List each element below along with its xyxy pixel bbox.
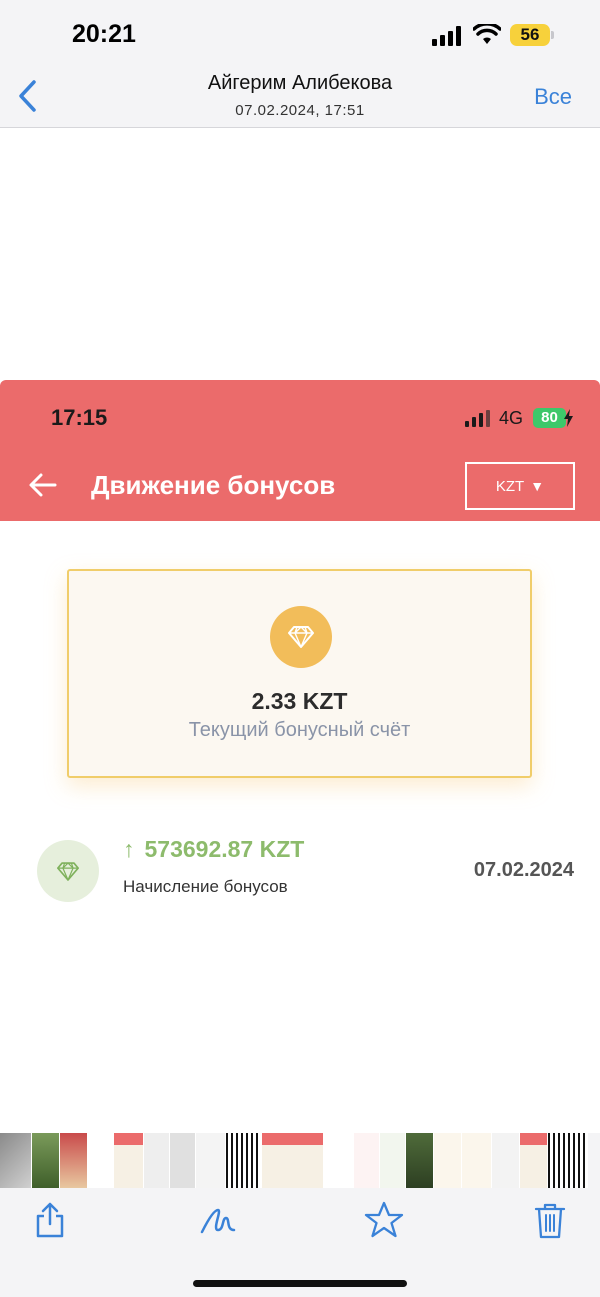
contact-name: Айгерим Алибекова <box>207 72 393 94</box>
transaction-amount: ↑ 573692.87 KZT <box>123 836 304 863</box>
trash-icon[interactable] <box>530 1200 570 1240</box>
photo-thumbnail[interactable] <box>548 1133 588 1188</box>
bonus-balance-caption: Текущий бонусный счёт <box>188 719 411 741</box>
photo-thumbnail[interactable] <box>324 1133 354 1188</box>
photo-thumbnail[interactable] <box>144 1133 170 1188</box>
photo-thumbnail[interactable] <box>226 1133 262 1188</box>
dropdown-caret-icon: ▼ <box>530 478 545 494</box>
inner-signal-icon <box>465 410 490 427</box>
transaction-description: Начисление бонусов <box>123 877 288 896</box>
transaction-date: 07.02.2024 <box>473 859 574 881</box>
photo-thumbnail[interactable] <box>462 1133 492 1188</box>
diamond-icon <box>37 840 99 902</box>
transaction-row[interactable]: ↑ 573692.87 KZT Начисление бонусов 07.02.… <box>0 826 600 916</box>
battery-level: 56 <box>520 25 540 44</box>
cellular-signal-icon <box>432 26 461 46</box>
photo-thumbnail[interactable] <box>88 1133 114 1188</box>
charging-bolt-icon <box>564 409 573 427</box>
navigation-bar: Айгерим Алибекова 07.02.2024, 17:51 Все <box>0 64 600 128</box>
photo-thumbnail[interactable] <box>354 1133 380 1188</box>
photo-thumbnail[interactable] <box>170 1133 196 1188</box>
photo-thumbnail[interactable] <box>32 1133 60 1188</box>
inner-battery-indicator: 80 <box>533 408 573 428</box>
bonus-balance-card: 2.33 KZT Текущий бонусный счёт <box>67 569 532 778</box>
photo-thumbnail-strip[interactable] <box>0 1133 600 1188</box>
home-indicator[interactable] <box>193 1280 407 1287</box>
wifi-icon <box>473 24 501 44</box>
bonus-balance-amount: 2.33 KZT <box>251 688 348 714</box>
all-photos-button[interactable]: Все <box>534 84 572 110</box>
photo-thumbnail[interactable] <box>380 1133 406 1188</box>
favorite-star-icon[interactable] <box>364 1200 404 1240</box>
photo-thumbnail[interactable] <box>520 1133 548 1188</box>
photo-thumbnail[interactable] <box>406 1133 434 1188</box>
share-icon[interactable] <box>30 1200 70 1240</box>
inner-battery-level: 80 <box>541 409 558 426</box>
photo-thumbnail[interactable] <box>0 1133 32 1188</box>
transaction-amount-value: 573692.87 KZT <box>144 836 305 862</box>
arrow-up-icon: ↑ <box>123 836 135 862</box>
bonus-screen-header: 17:15 4G 80 Движение бонусов KZT ▼ <box>0 380 600 521</box>
photo-thumbnail[interactable] <box>60 1133 88 1188</box>
photo-thumbnail[interactable] <box>434 1133 462 1188</box>
photo-thumbnail[interactable] <box>114 1133 144 1188</box>
markup-icon[interactable] <box>198 1200 238 1240</box>
page-title: Движение бонусов <box>91 470 336 500</box>
status-time: 20:21 <box>72 20 136 48</box>
photo-thumbnail[interactable] <box>196 1133 226 1188</box>
inner-network-type: 4G <box>499 408 524 428</box>
currency-value: KZT <box>495 477 525 495</box>
currency-dropdown[interactable]: KZT ▼ <box>465 462 575 510</box>
battery-indicator: 56 <box>510 24 554 46</box>
message-datetime: 07.02.2024, 17:51 <box>235 102 365 119</box>
status-bar: 20:21 56 <box>0 0 600 64</box>
diamond-icon <box>270 606 332 668</box>
arrow-left-icon[interactable] <box>28 472 58 498</box>
bottom-toolbar <box>0 1188 600 1297</box>
photo-thumbnail[interactable] <box>492 1133 520 1188</box>
photo-thumbnail[interactable] <box>262 1133 324 1188</box>
inner-status-time: 17:15 <box>51 405 108 430</box>
